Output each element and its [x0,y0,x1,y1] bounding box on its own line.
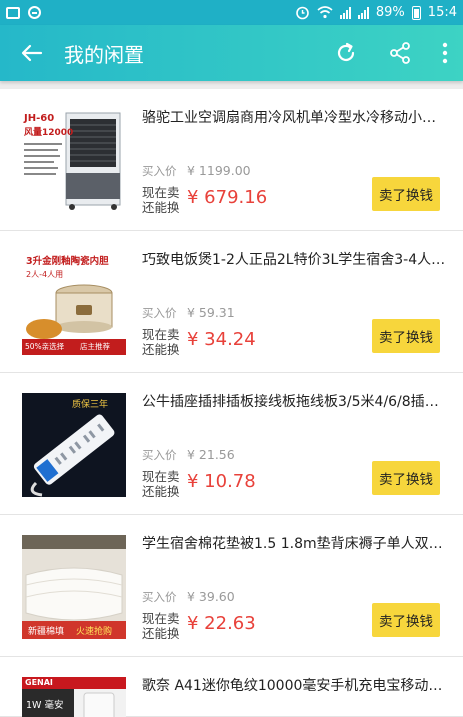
wifi-icon [317,6,333,19]
sell-now-label: 现在卖 还能换 [142,185,180,215]
sell-now-label: 现在卖 还能换 [142,611,180,641]
signal-icon-2 [357,6,369,19]
status-bar: 89% 15:4 [0,0,463,25]
buy-in-label: 买入价 [142,448,177,462]
item-title: 骆驼工业空调扇商用冷风机单冷型水冷移动小空调家用 [142,110,447,126]
sell-button[interactable]: 卖了换钱 [372,177,440,211]
alarm-icon [296,6,309,20]
clock: 15:4 [427,5,457,20]
more-vertical-icon [442,42,448,64]
back-button[interactable] [0,25,64,81]
product-thumbnail: 质保三年 [22,393,126,497]
sell-now-label: 现在卖 还能换 [142,469,180,499]
list-item[interactable]: JH-60 风量12000 骆驼工业空调扇商用冷风机单冷型水冷移动小空调家用 买… [0,89,463,231]
sell-button[interactable]: 卖了换钱 [372,319,440,353]
thumb-label-capacity: 1W 毫安 [26,700,64,711]
thumb-label-promo: 50%亲选择 [25,342,65,351]
product-thumbnail: GENAI 1W 毫安 [22,677,126,717]
sell-price: ¥ 10.78 [187,471,256,492]
refresh-icon [337,42,355,62]
thumb-label-headline: 3升金刚釉陶瓷内胆 [26,256,109,267]
buy-in-label: 买入价 [142,164,177,178]
thumb-label-brand: GENAI [25,678,53,687]
product-thumbnail: 3升金刚釉陶瓷内胆 2人-4人用 50%亲选择 店主推荐 [22,251,126,355]
item-title: 巧致电饭煲1-2人正品2L特价3L学生宿舍3-4人迷你电饭锅 [142,252,447,268]
image-icon [6,6,20,19]
thumb-label-model: JH-60 [24,113,55,124]
thumb-label-airflow: 风量12000 [24,128,74,138]
item-title: 学生宿舍棉花垫被1.5 1.8m垫背床褥子单人双人床垫加厚 [142,536,447,552]
do-not-disturb-icon [28,6,41,19]
battery-icon [411,5,421,20]
sell-price: ¥ 679.16 [187,187,268,208]
thumb-label-capacity: 2人-4人用 [26,270,64,279]
signal-icon [339,6,351,19]
thumb-label-recommend: 店主推荐 [80,342,110,351]
sell-price: ¥ 34.24 [187,329,256,350]
buy-in-label: 买入价 [142,306,177,320]
thumb-label-rush: 火速抢购 [76,627,113,637]
refresh-button[interactable] [319,25,373,81]
buy-price: ¥ 39.60 [187,589,235,604]
list-item[interactable]: GENAI 1W 毫安 歌奈 A41迷你龟纹10000毫安手机充电宝移动电源 [0,657,463,717]
sell-button[interactable]: 卖了换钱 [372,603,440,637]
arrow-left-icon [21,44,43,62]
buy-in-label: 买入价 [142,590,177,604]
more-menu-button[interactable] [427,25,463,81]
buy-price: ¥ 21.56 [187,447,235,462]
app-bar: 我的闲置 [0,25,463,81]
share-button[interactable] [373,25,427,81]
item-list: JH-60 风量12000 骆驼工业空调扇商用冷风机单冷型水冷移动小空调家用 买… [0,89,463,717]
product-thumbnail: JH-60 风量12000 [22,109,126,213]
page-title: 我的闲置 [64,42,144,67]
list-item[interactable]: 新疆棉填 火速抢购 学生宿舍棉花垫被1.5 1.8m垫背床褥子单人双人床垫加厚 … [0,515,463,657]
thumb-label-cotton: 新疆棉填 [28,627,65,637]
item-title: 公牛插座插排插板接线板拖线板3/5米4/6/8插多用插线板 [142,394,447,410]
list-item[interactable]: 3升金刚釉陶瓷内胆 2人-4人用 50%亲选择 店主推荐 巧致电饭煲1-2人正品… [0,231,463,373]
list-item[interactable]: 质保三年 公牛插座插排插板接线板拖线板3/5米4/6/8插多用插线板 买入价 ¥… [0,373,463,515]
sell-now-label: 现在卖 还能换 [142,327,180,357]
share-icon [390,42,410,64]
product-thumbnail: 新疆棉填 火速抢购 [22,535,126,639]
sell-price: ¥ 22.63 [187,613,256,634]
battery-percent: 89% [375,5,405,20]
sell-button[interactable]: 卖了换钱 [372,461,440,495]
item-title: 歌奈 A41迷你龟纹10000毫安手机充电宝移动电源 [142,678,447,694]
buy-price: ¥ 1199.00 [187,163,251,178]
buy-price: ¥ 59.31 [187,305,235,320]
thumb-label-warranty: 质保三年 [72,400,109,410]
